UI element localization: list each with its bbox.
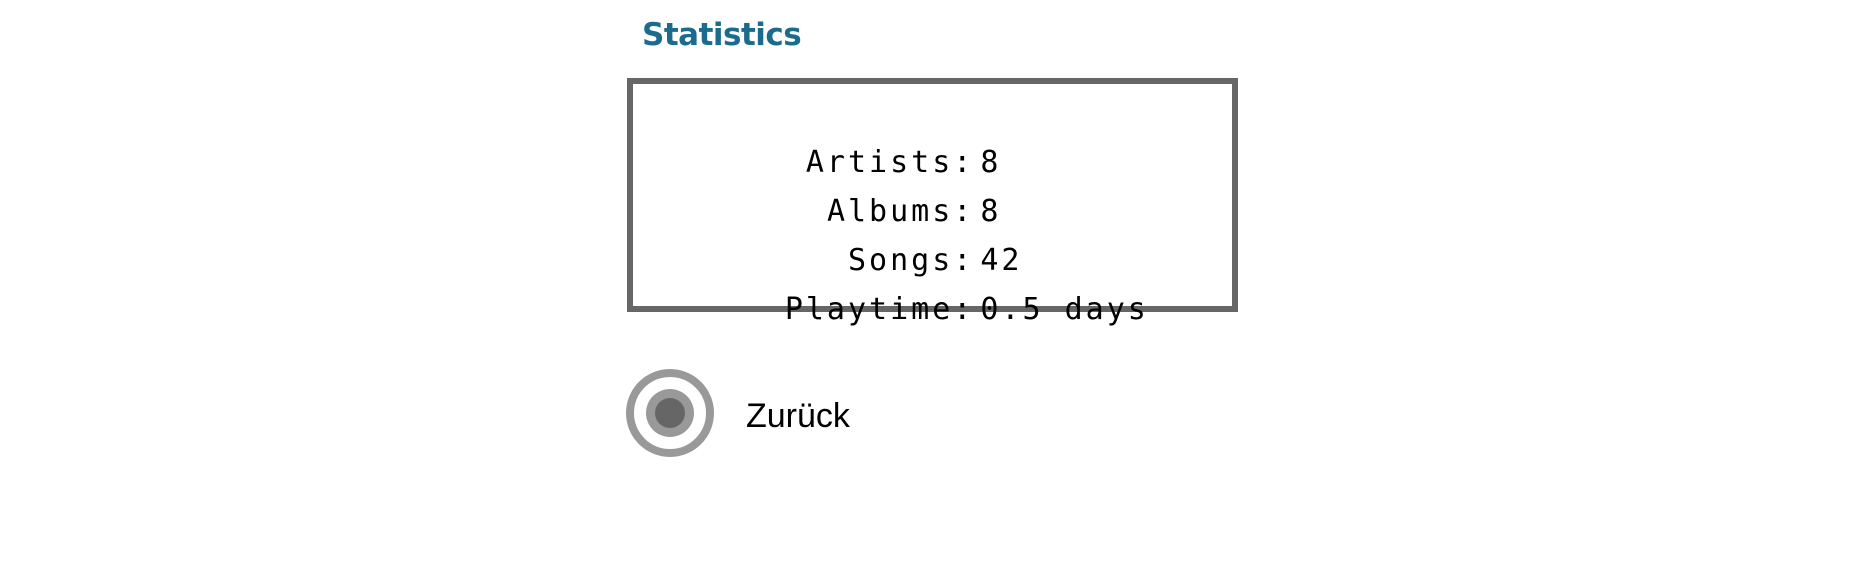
stats-list: Artists: 8 Albums: 8 Songs: 42 Playtime: 0.5…: [650, 89, 1149, 327]
page-title: Statistics: [642, 17, 802, 53]
stat-label: Songs:: [848, 243, 975, 278]
back-button[interactable]: Zurück: [626, 368, 850, 458]
stat-value: 0.5 days: [980, 292, 1149, 327]
stat-label: Albums:: [826, 194, 975, 229]
back-label[interactable]: Zurück: [746, 397, 850, 436]
stat-value: 8: [980, 145, 1002, 180]
stat-label: Artists:: [805, 145, 975, 180]
stat-value: 8: [980, 194, 1002, 229]
radio-ring: [646, 389, 694, 437]
statistics-page: Statistics Artists: 8 Albums: 8 Songs: 42 P…: [0, 0, 1875, 584]
stat-row-artists: Artists: 8: [650, 89, 1149, 180]
radio-button-selected-icon[interactable]: [626, 369, 714, 457]
stat-value: 42: [980, 243, 1023, 278]
radio-dot: [655, 398, 685, 428]
stat-label: Playtime:: [784, 292, 975, 327]
